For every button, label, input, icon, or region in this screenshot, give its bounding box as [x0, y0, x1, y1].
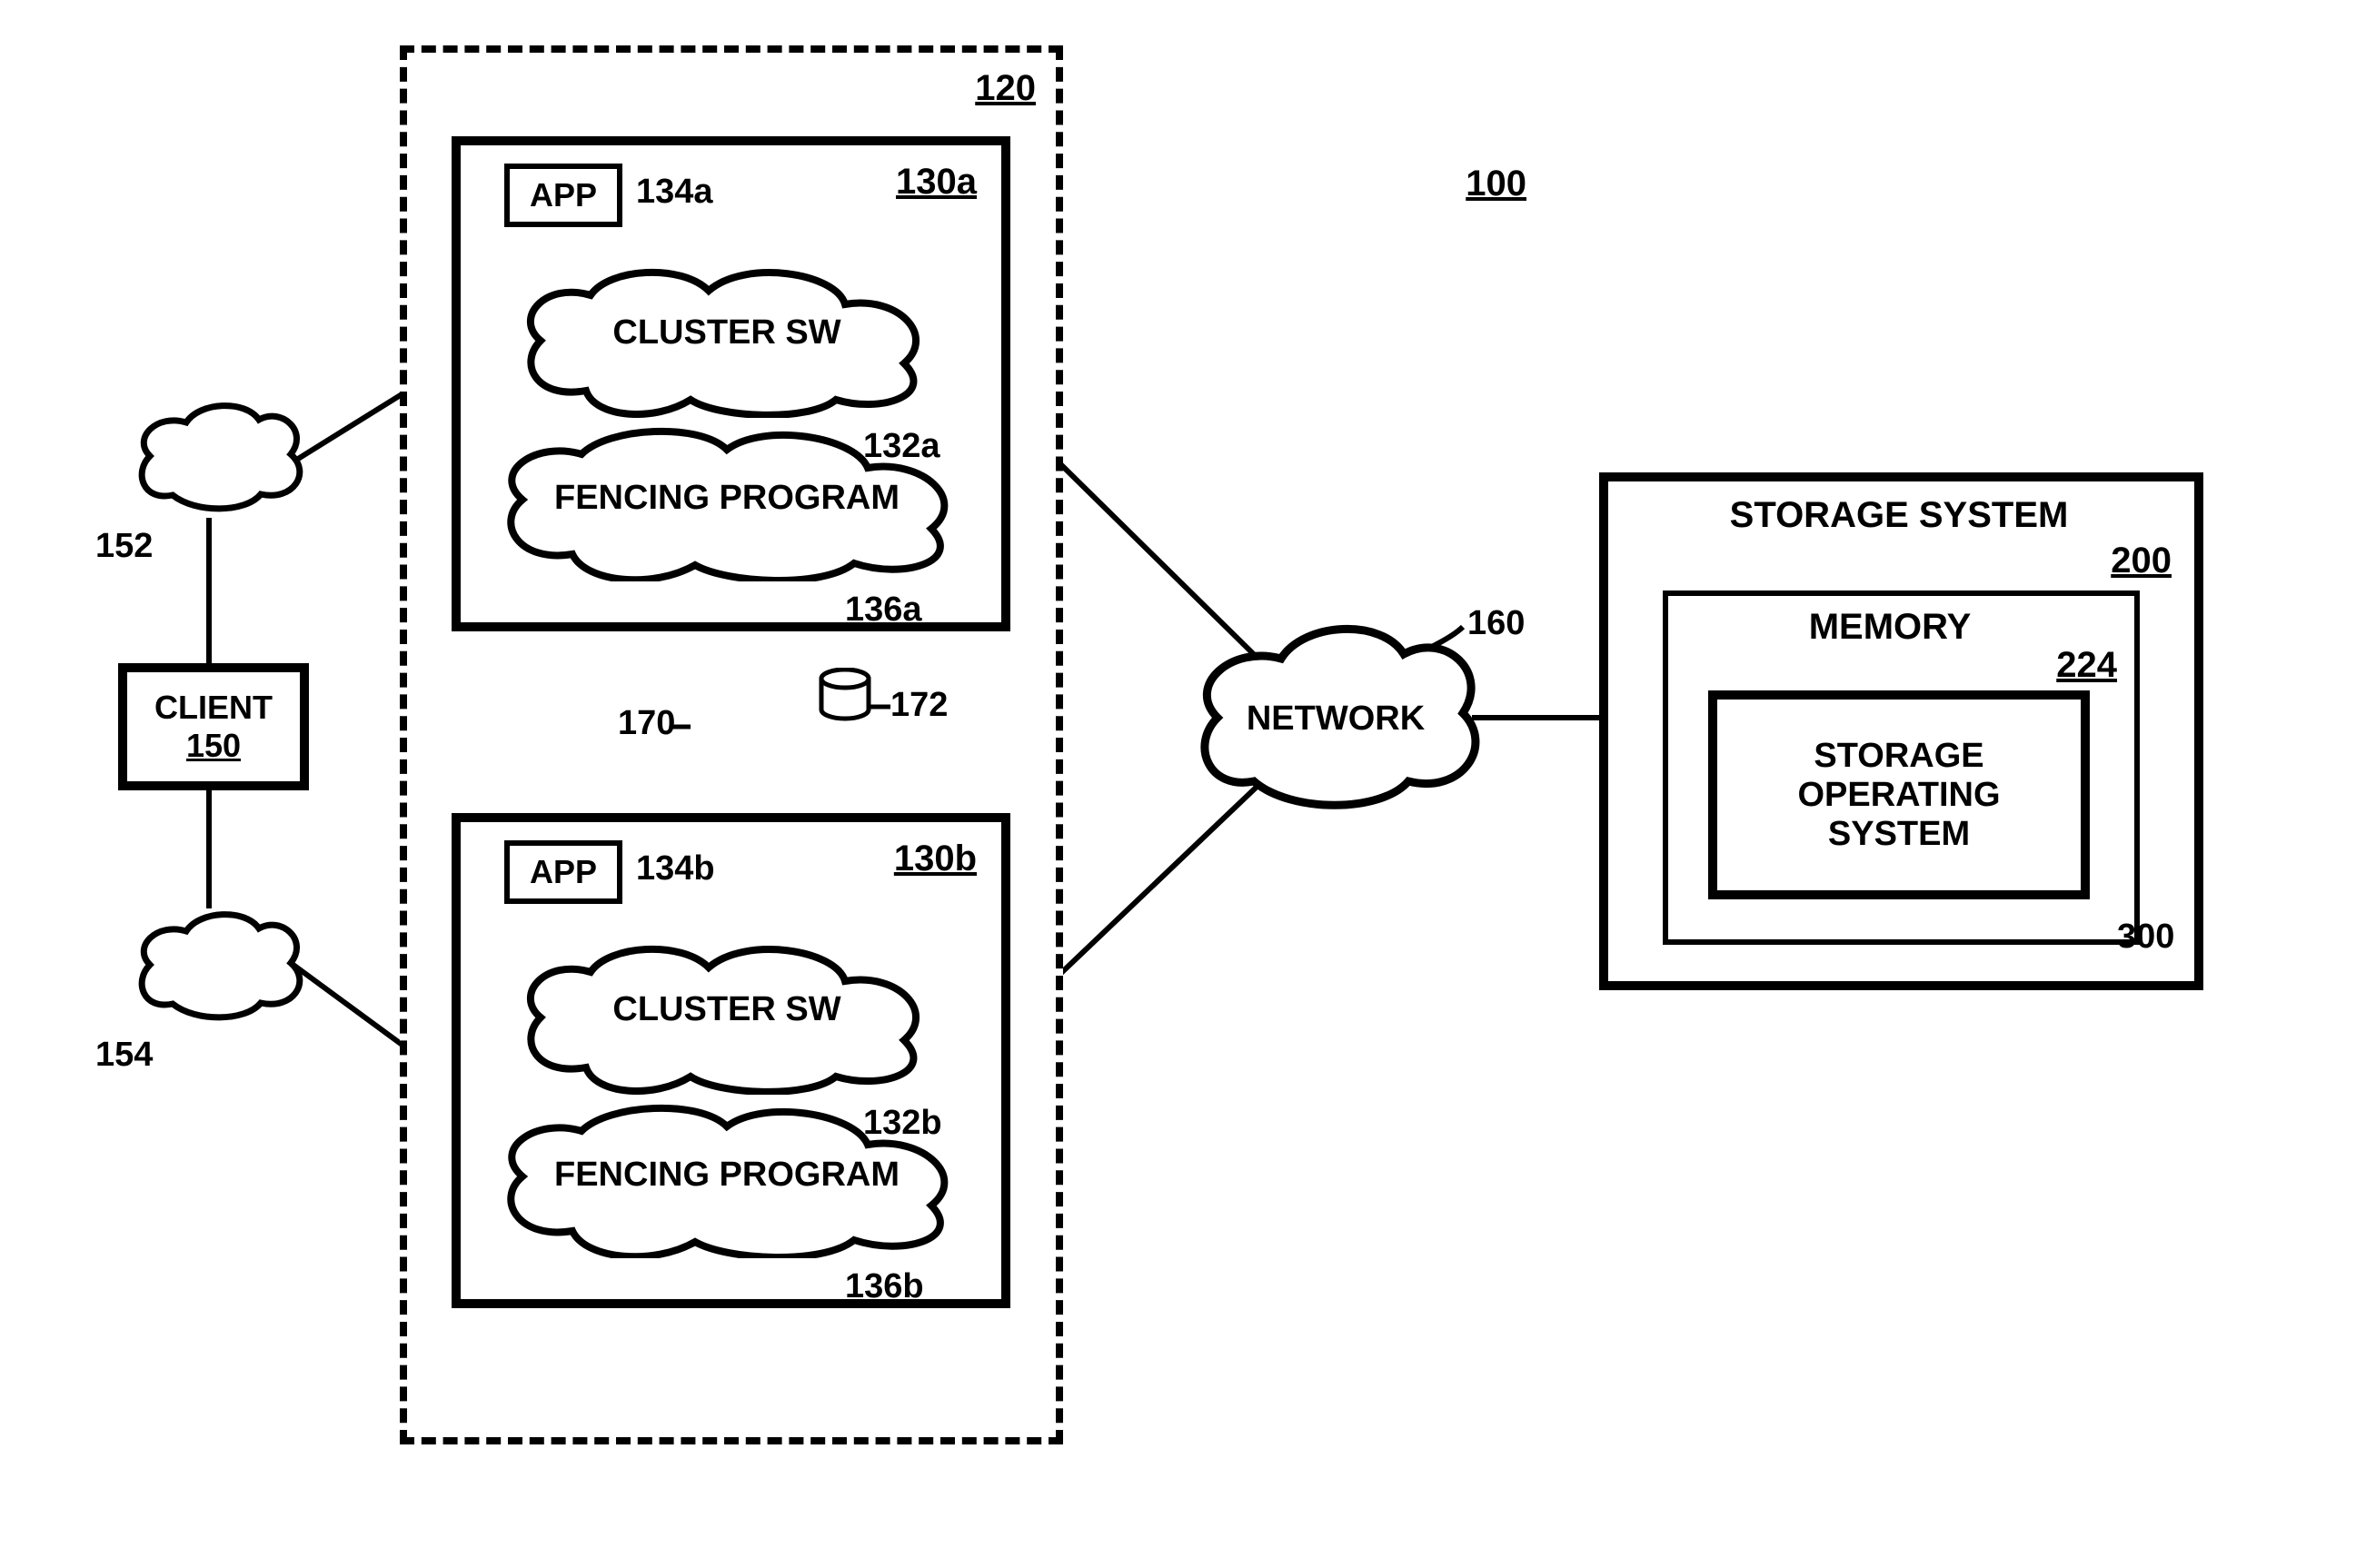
- memory-ref: 224: [2044, 645, 2117, 686]
- app-label-b: APP: [530, 853, 597, 891]
- cluster-sw-label-a: CLUSTER SW: [582, 313, 872, 352]
- fencing-ref-a: 136a: [845, 590, 922, 630]
- storage-os-line2: OPERATING: [1797, 776, 2000, 815]
- interconnect-tick: [672, 718, 700, 736]
- cluster-sw-label-b: CLUSTER SW: [582, 990, 872, 1029]
- storage-system-title: STORAGE SYSTEM: [1645, 495, 2153, 536]
- app-label-a: APP: [530, 176, 597, 214]
- storage-os-box: STORAGE OPERATING SYSTEM: [1708, 690, 2090, 899]
- client-box: CLIENT 150: [118, 663, 309, 790]
- app-ref-a: 134a: [636, 173, 713, 212]
- client-cloud-top: [132, 400, 304, 518]
- app-ref-b: 134b: [636, 849, 715, 888]
- client-label: CLIENT: [154, 689, 273, 727]
- storage-system-ref: 200: [2081, 541, 2172, 581]
- client-cloud-top-ref: 152: [95, 527, 153, 566]
- node-a-ref: 130a: [868, 162, 977, 203]
- fencing-label-a: FENCING PROGRAM: [545, 479, 909, 518]
- network-ref: 160: [1467, 604, 1525, 643]
- storage-os-line3: SYSTEM: [1828, 815, 1970, 854]
- interconnect-ref: 170: [618, 704, 675, 743]
- client-ref: 150: [186, 727, 241, 765]
- figure-ref: 100: [1417, 164, 1526, 204]
- quorum-disk-icon: [818, 668, 872, 722]
- quorum-ref: 172: [890, 686, 948, 725]
- network-label: NETWORK: [1236, 700, 1436, 739]
- app-box-b: APP: [504, 840, 622, 904]
- client-cloud-bottom-ref: 154: [95, 1036, 153, 1075]
- node-b-ref: 130b: [868, 839, 977, 879]
- fencing-ref-b: 136b: [845, 1267, 924, 1306]
- fencing-label-b: FENCING PROGRAM: [545, 1156, 909, 1195]
- client-cloud-bottom: [132, 908, 304, 1027]
- memory-label: MEMORY: [1717, 607, 2063, 648]
- storage-os-line1: STORAGE: [1814, 737, 1983, 776]
- storage-os-ref: 300: [2117, 918, 2174, 957]
- quorum-tick: [870, 698, 896, 716]
- diagram-stage: 100 120 130a APP 134a CLUSTER SW 132a FE…: [0, 0, 2356, 1568]
- cluster-group-ref: 120: [927, 68, 1036, 109]
- app-box-a: APP: [504, 164, 622, 227]
